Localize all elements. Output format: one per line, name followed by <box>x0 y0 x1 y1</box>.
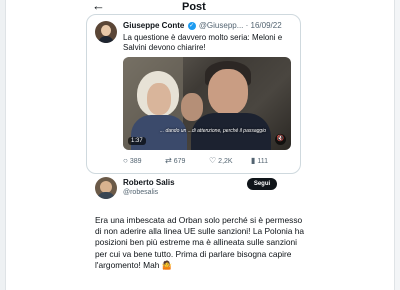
heart-icon: ♡ <box>209 156 217 165</box>
speaker-muted-icon[interactable]: 🔇 <box>275 134 286 145</box>
follow-button[interactable]: Segui <box>247 178 277 190</box>
reply-post-text: Era una imbescata ad Orban solo perché s… <box>95 215 305 270</box>
verified-badge-icon: ✓ <box>187 21 196 30</box>
repost-count: 679 <box>173 158 186 165</box>
left-edge-strip <box>0 0 6 290</box>
avatar[interactable] <box>95 21 117 43</box>
page-title: Post <box>182 1 206 13</box>
reply-action[interactable]: ○ 389 <box>123 156 142 165</box>
quoted-author-name[interactable]: Giuseppe Conte <box>123 21 184 30</box>
views-action[interactable]: ▮ 111 <box>251 156 268 165</box>
like-action[interactable]: ♡ 2,2K <box>209 156 233 165</box>
video-duration: 1:37 <box>128 137 146 145</box>
reply-count: 389 <box>129 158 142 165</box>
quoted-post-author-line: Giuseppe Conte ✓ @Giusepp... · 16/09/22 <box>123 21 282 30</box>
video-player[interactable]: ... dando un ...di attenzione, perché il… <box>123 57 291 150</box>
reply-author-handle[interactable]: @robesalis <box>123 189 158 196</box>
repost-icon: ⇄ <box>165 156 172 165</box>
video-person-man-face <box>208 69 248 115</box>
quoted-post-text: La questione è davvero molto seria: Melo… <box>123 33 283 52</box>
view-count: 111 <box>257 158 269 165</box>
video-person-woman-face <box>147 83 171 115</box>
reply-author-name[interactable]: Roberto Salis <box>123 178 175 187</box>
bar-chart-icon: ▮ <box>251 156 256 165</box>
repost-action[interactable]: ⇄ 679 <box>165 156 185 165</box>
avatar[interactable] <box>95 177 117 199</box>
like-count: 2,2K <box>218 158 233 165</box>
quoted-post-card[interactable]: Giuseppe Conte ✓ @Giusepp... · 16/09/22 … <box>86 14 301 174</box>
video-subtitle: ... dando un ...di attenzione, perché il… <box>159 128 267 134</box>
comment-icon: ○ <box>123 156 128 165</box>
quoted-handle-date: @Giusepp... · 16/09/22 <box>198 21 282 30</box>
right-edge-strip <box>394 0 400 290</box>
arrow-left-icon[interactable]: ← <box>92 0 105 12</box>
quoted-post-actions: ○ 389 ⇄ 679 ♡ 2,2K ▮ 111 <box>123 156 293 168</box>
